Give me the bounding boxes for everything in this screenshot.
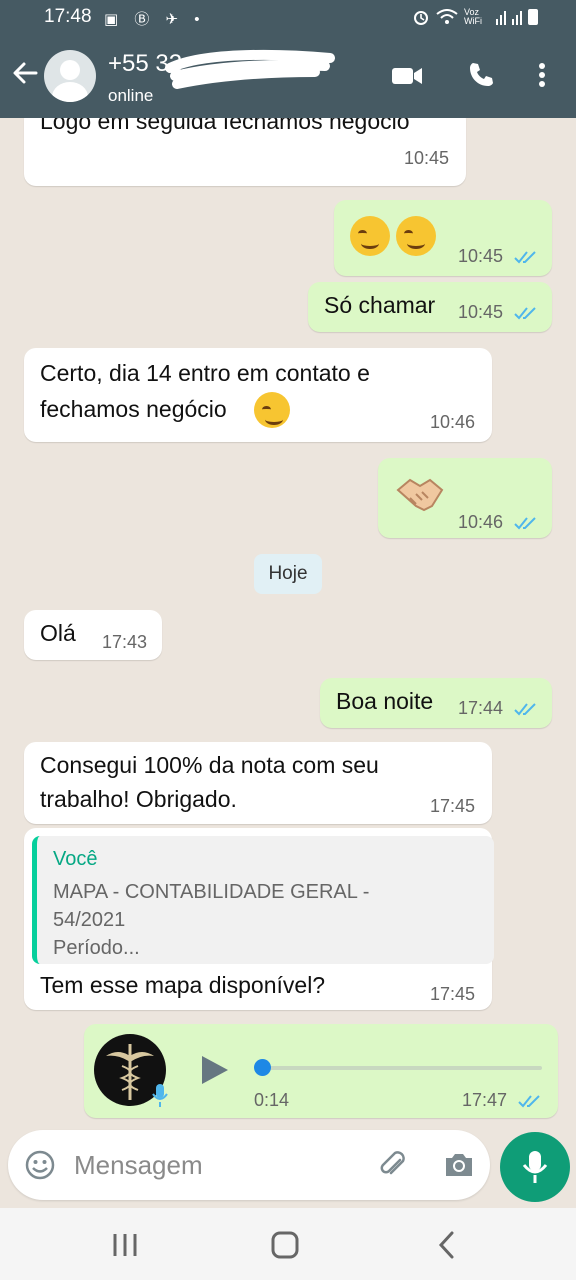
message-text: Logo em seguida fechamos negócio [40,118,410,134]
message-time: 17:44 [458,698,504,718]
message-text: Olá [40,620,76,646]
message-text-line1: Certo, dia 14 entro em contato e [40,360,370,386]
message-outgoing[interactable]: 10:45 [334,200,552,276]
message-text: Tem esse mapa disponível? [40,972,326,998]
wifi-icon [436,9,458,24]
read-ticks-icon [518,1095,540,1108]
message-composer[interactable]: Mensagem [8,1130,490,1200]
status-time: 17:48 [44,6,92,27]
play-icon[interactable] [196,1052,232,1088]
phone-icon[interactable] [466,60,496,90]
message-text-line2: fechamos negócio [40,396,227,422]
message-time: 10:45 [404,148,450,168]
message-input[interactable]: Mensagem [74,1150,203,1181]
message-incoming-reply[interactable]: Você MAPA - CONTABILIDADE GERAL - 54/202… [24,828,494,1010]
camera-icon[interactable] [442,1150,476,1180]
notification-icons: ▣ Ⓑ ✈ • [104,11,206,28]
quoted-line: 54/2021 [53,909,126,931]
chat-header: +55 32 online [0,36,576,118]
redaction-scribble [165,49,335,89]
message-outgoing[interactable]: 10:46 [378,458,552,538]
message-time: 10:46 [458,512,504,532]
voice-message[interactable]: 0:14 17:47 [84,1024,558,1118]
message-time: 10:45 [458,246,504,266]
mic-icon [522,1151,548,1183]
read-ticks-icon [514,307,536,320]
quoted-line: MAPA - CONTABILIDADE GERAL - [53,881,370,903]
system-nav-bar [0,1208,576,1280]
message-time: 10:46 [430,412,476,432]
attach-icon[interactable] [376,1148,410,1182]
smirk-emoji-icon [350,216,390,256]
back-arrow-icon[interactable] [10,58,40,88]
battery-icon [528,9,538,25]
handshake-emoji-icon [396,478,444,512]
message-outgoing[interactable]: Só chamar 10:45 [308,282,552,332]
message-time: 17:45 [430,796,476,816]
message-text-line2: trabalho! Obrigado. [40,786,237,812]
message-incoming[interactable]: Logo em seguida fechamos negócio 10:45 [24,118,466,186]
message-incoming[interactable]: Consegui 100% da nota com seu trabalho! … [24,742,492,824]
smirk-emoji-icon [254,392,290,428]
voz-wifi-label: Voz WiFi [464,7,482,26]
message-outgoing[interactable]: Boa noite 17:44 [320,678,552,728]
date-separator: Hoje [254,554,322,594]
read-ticks-icon [514,251,536,264]
chat-area[interactable]: Logo em seguida fechamos negócio 10:45 1… [0,118,576,1128]
message-text-line1: Consegui 100% da nota com seu [40,752,379,778]
quoted-message[interactable]: Você MAPA - CONTABILIDADE GERAL - 54/202… [32,836,494,964]
voice-mic-icon [152,1084,168,1107]
alarm-icon [414,11,428,25]
quoted-author: Você [53,848,98,870]
back-icon[interactable] [436,1230,458,1260]
home-icon[interactable] [270,1230,300,1260]
more-icon[interactable] [532,60,552,90]
avatar[interactable] [44,50,96,102]
voice-duration: 0:14 [254,1090,290,1110]
message-time: 17:43 [102,632,148,652]
emoji-icon[interactable] [24,1149,56,1181]
voice-progress-track[interactable] [258,1066,542,1070]
recents-icon[interactable] [110,1232,140,1258]
video-call-icon[interactable] [390,60,424,90]
message-incoming[interactable]: Certo, dia 14 entro em contato e fechamo… [24,348,492,442]
quoted-line: Período... [53,937,140,959]
signal-icon-2 [512,9,522,25]
message-text: Boa noite [336,688,434,714]
message-time: 17:47 [462,1090,508,1110]
signal-icon [496,9,506,25]
quoted-text: MAPA - CONTABILIDADE GERAL - 54/2021 Per… [53,878,473,962]
read-ticks-icon [514,703,536,716]
status-right: Voz WiFi [412,8,538,26]
mic-button[interactable] [500,1132,570,1202]
smirk-emoji-icon [396,216,436,256]
message-text: Só chamar [324,292,436,318]
message-time: 10:45 [458,302,504,322]
message-time: 17:45 [430,984,476,1004]
message-incoming[interactable]: Olá 17:43 [24,610,162,660]
read-ticks-icon [514,517,536,530]
contact-status: online [108,86,154,105]
voice-progress-thumb[interactable] [254,1059,271,1076]
status-bar: 17:48 ▣ Ⓑ ✈ • Voz WiFi [0,0,576,36]
